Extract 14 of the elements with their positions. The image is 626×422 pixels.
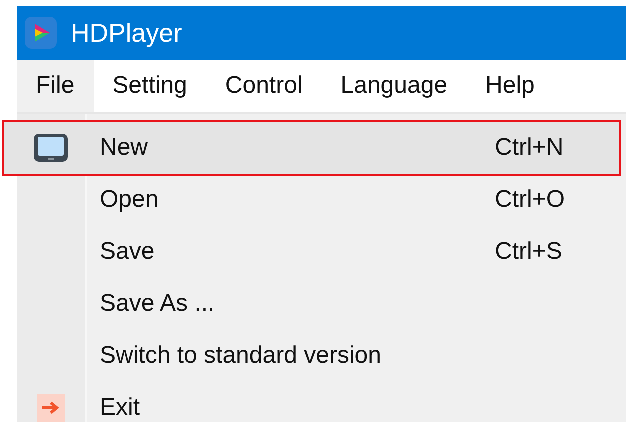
menu-option[interactable]: Save Ctrl+S — [17, 226, 626, 278]
menu-option[interactable]: Exit — [17, 382, 626, 422]
menu-option[interactable]: Save As ... — [17, 278, 626, 330]
monitor-icon — [33, 133, 69, 163]
menu-option[interactable]: Open Ctrl+O — [17, 174, 626, 226]
window-title: HDPlayer — [71, 18, 182, 48]
menu-option[interactable]: Switch to standard version — [17, 330, 626, 382]
menu-item[interactable]: File — [17, 60, 94, 112]
menu-item[interactable]: Setting — [94, 60, 206, 112]
app-logo-icon — [25, 17, 57, 49]
menu-option[interactable]: New Ctrl+N — [4, 122, 619, 174]
menu-item[interactable]: Help — [466, 60, 554, 112]
menu-item[interactable]: Language — [322, 60, 467, 112]
menu-item[interactable]: Control — [206, 60, 322, 112]
